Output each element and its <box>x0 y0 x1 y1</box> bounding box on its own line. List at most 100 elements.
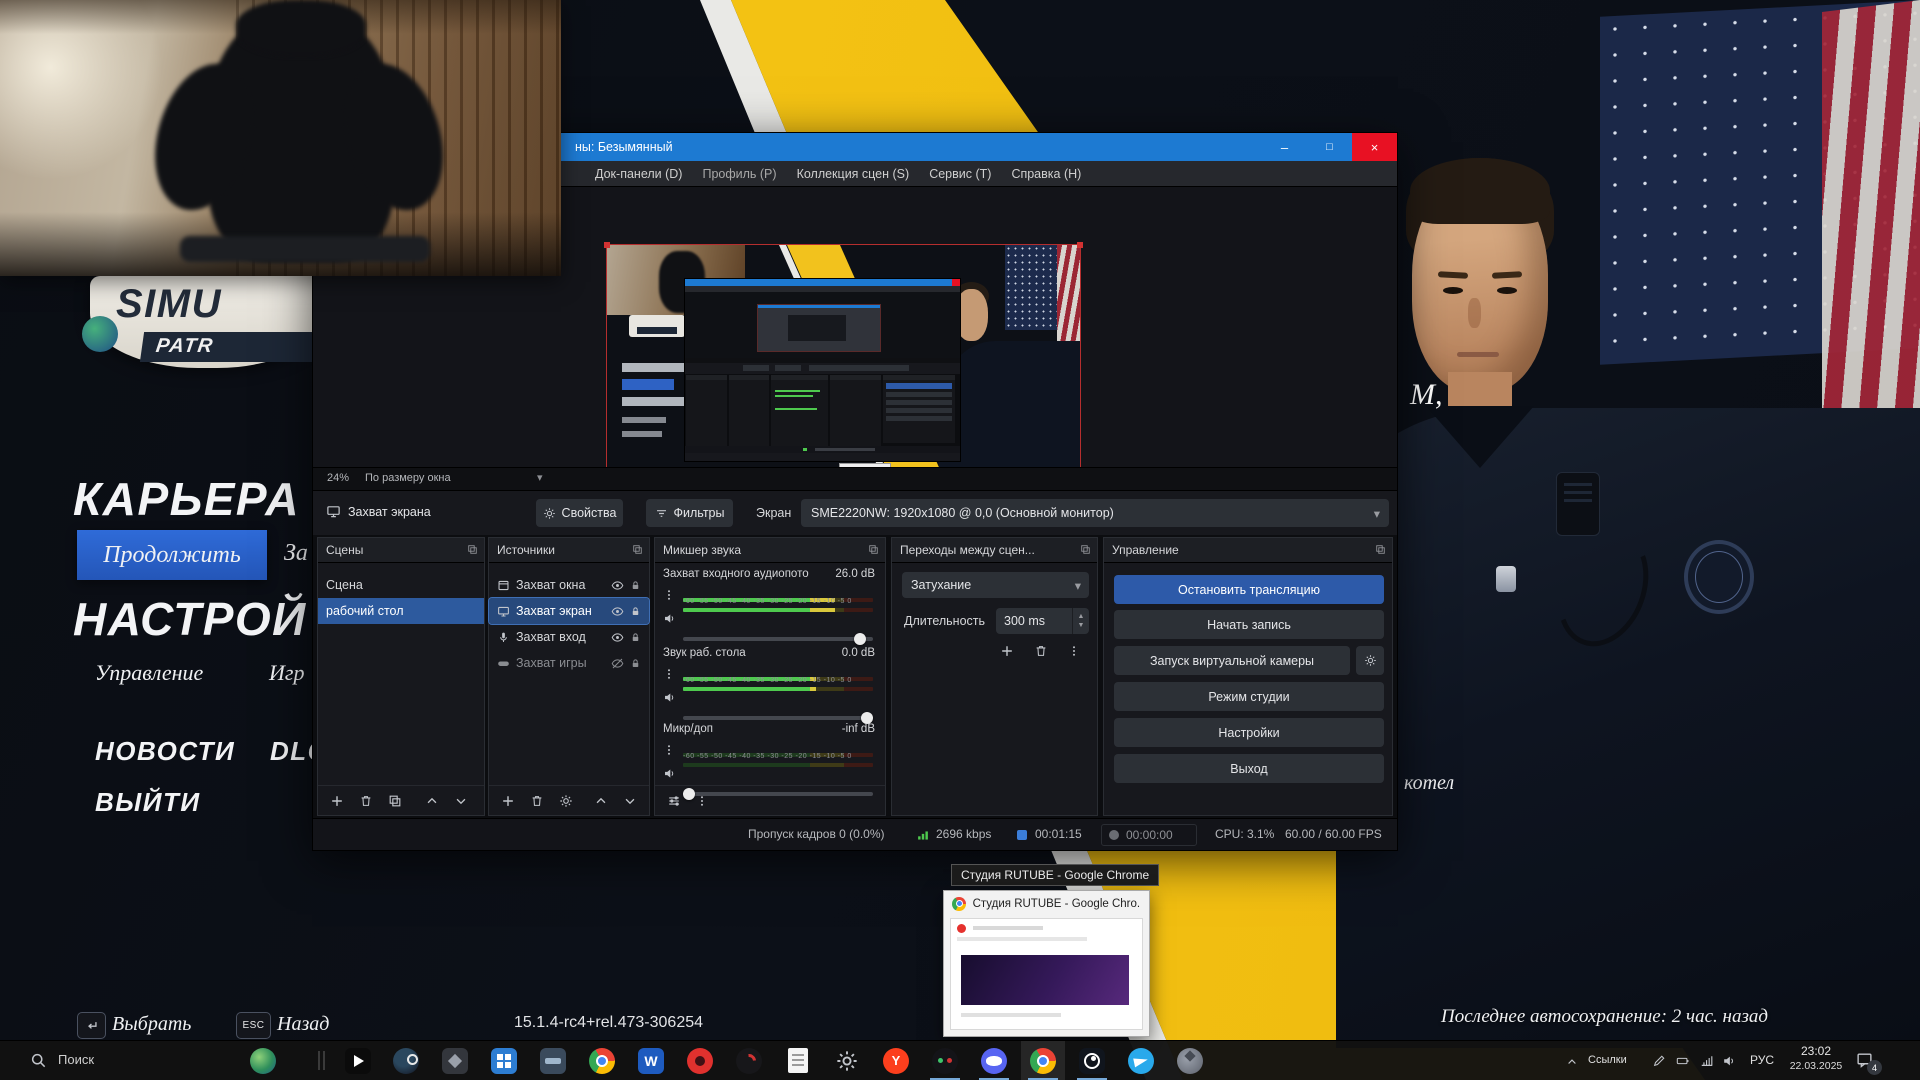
battery-icon[interactable] <box>1676 1054 1690 1068</box>
channel-menu-icon[interactable] <box>663 588 675 602</box>
screen-select-dropdown[interactable]: SME2220NW: 1920x1080 @ 0,0 (Основной мон… <box>801 499 1389 527</box>
virtual-camera-button[interactable]: Запуск виртуальной камеры <box>1114 646 1350 675</box>
source-item-game-capture-hidden[interactable]: Захват игры <box>489 650 649 676</box>
clock[interactable]: 23:02 22.03.2025 <box>1784 1044 1848 1072</box>
tray-expand-icon[interactable] <box>1566 1056 1578 1068</box>
taskbar-app-dark[interactable] <box>433 1041 477 1080</box>
detach-icon[interactable] <box>467 544 478 555</box>
taskbar-app-recolor[interactable] <box>923 1041 967 1080</box>
detach-icon[interactable] <box>868 544 879 555</box>
lock-icon[interactable] <box>630 580 641 591</box>
scene-filters-icon[interactable] <box>388 794 402 808</box>
detach-icon[interactable] <box>632 544 643 555</box>
studio-mode-button[interactable]: Режим студии <box>1114 682 1384 711</box>
sources-dock-header[interactable]: Источники <box>489 538 649 563</box>
move-source-down-icon[interactable] <box>623 794 637 808</box>
continue-button[interactable]: Продолжить <box>77 530 267 580</box>
taskbar-app-word[interactable]: W <box>629 1041 673 1080</box>
language-indicator[interactable]: РУС <box>1750 1053 1774 1067</box>
zoom-fit-mode[interactable]: По размеру окна <box>365 472 451 484</box>
taskbar-app-play[interactable] <box>336 1041 380 1080</box>
scene-item[interactable]: Сцена <box>318 572 484 598</box>
channel-menu-icon[interactable] <box>663 743 675 757</box>
taskbar-app-slate[interactable] <box>531 1041 575 1080</box>
eye-off-icon[interactable] <box>611 657 624 670</box>
mixer-menu-icon[interactable] <box>696 794 708 808</box>
taskbar-app-doc[interactable] <box>776 1041 820 1080</box>
menu-help[interactable]: Справка (H) <box>1001 161 1091 187</box>
taskbar-app-steam[interactable] <box>384 1041 428 1080</box>
taskbar-app-chrome-active[interactable] <box>1021 1041 1065 1080</box>
taskbar-app-redring[interactable] <box>678 1041 722 1080</box>
menu-exit[interactable]: ВЫЙТИ <box>95 787 201 818</box>
transition-type-dropdown[interactable]: Затухание ▾ <box>902 572 1089 598</box>
lock-icon[interactable] <box>630 606 641 617</box>
mixer-dock-header[interactable]: Микшер звука <box>655 538 885 563</box>
taskbar-app-game[interactable] <box>1168 1041 1212 1080</box>
menu-dock-panels[interactable]: Док-панели (D) <box>585 161 692 187</box>
controls-dock-header[interactable]: Управление <box>1104 538 1392 563</box>
menu-profile[interactable]: Профиль (P) <box>692 161 786 187</box>
eye-icon[interactable] <box>611 631 624 644</box>
zoom-level[interactable]: 24% <box>327 472 349 484</box>
source-properties-icon[interactable] <box>559 794 573 808</box>
volume-icon[interactable] <box>1722 1054 1736 1068</box>
duration-spinbox[interactable]: 300 ms ▲▼ <box>996 608 1089 634</box>
transitions-dock-header[interactable]: Переходы между сцен... <box>892 538 1097 563</box>
volume-slider[interactable] <box>683 637 873 641</box>
search-icon[interactable] <box>30 1052 47 1069</box>
menu-tools[interactable]: Сервис (T) <box>919 161 1001 187</box>
pen-icon[interactable] <box>1652 1054 1666 1068</box>
maximize-button[interactable]: □ <box>1307 133 1352 161</box>
notification-center-icon[interactable]: 4 <box>1856 1051 1876 1071</box>
spin-up-icon[interactable]: ▲ <box>1078 613 1085 620</box>
speaker-icon[interactable] <box>663 691 676 704</box>
taskbar-app-yandex[interactable]: Y <box>874 1041 918 1080</box>
volume-slider[interactable] <box>683 716 873 720</box>
taskbar-app-discord[interactable] <box>972 1041 1016 1080</box>
exit-button[interactable]: Выход <box>1114 754 1384 783</box>
move-scene-down-icon[interactable] <box>454 794 468 808</box>
menu-game-sub[interactable]: Игр <box>269 660 304 686</box>
spin-down-icon[interactable]: ▼ <box>1078 622 1085 629</box>
menu-settings-title[interactable]: НАСТРОЙ <box>73 592 307 646</box>
add-transition-icon[interactable] <box>1000 644 1014 658</box>
links-toolbar-label[interactable]: Ссылки <box>1588 1054 1627 1066</box>
lock-icon[interactable] <box>630 658 641 669</box>
detach-icon[interactable] <box>1080 544 1091 555</box>
remove-transition-icon[interactable] <box>1034 644 1048 658</box>
start-recording-button[interactable]: Начать запись <box>1114 610 1384 639</box>
speaker-icon[interactable] <box>663 612 676 625</box>
remove-source-icon[interactable] <box>530 794 544 808</box>
detach-icon[interactable] <box>1375 544 1386 555</box>
scenes-dock-header[interactable]: Сцены <box>318 538 484 563</box>
remove-scene-icon[interactable] <box>359 794 373 808</box>
network-icon[interactable] <box>1700 1054 1714 1068</box>
stop-streaming-button[interactable]: Остановить трансляцию <box>1114 575 1384 604</box>
virtual-camera-settings-button[interactable] <box>1356 646 1384 675</box>
move-scene-up-icon[interactable] <box>425 794 439 808</box>
move-source-up-icon[interactable] <box>594 794 608 808</box>
close-button[interactable]: × <box>1352 133 1397 161</box>
taskbar-app-chrome[interactable] <box>580 1041 624 1080</box>
chrome-preview-thumbnail[interactable] <box>950 918 1143 1030</box>
widget-icon[interactable] <box>250 1048 276 1074</box>
taskbar-app-darkred[interactable] <box>727 1041 771 1080</box>
channel-menu-icon[interactable] <box>663 667 675 681</box>
search-label[interactable]: Поиск <box>58 1052 94 1067</box>
scene-item-selected[interactable]: рабочий стол <box>318 598 484 624</box>
eye-icon[interactable] <box>611 579 624 592</box>
taskbar-app-obs[interactable] <box>1070 1041 1114 1080</box>
menu-load-partial[interactable]: За <box>284 540 308 567</box>
transition-menu-icon[interactable] <box>1068 644 1080 658</box>
taskbar-app-grid[interactable] <box>482 1041 526 1080</box>
speaker-icon[interactable] <box>663 767 676 780</box>
filters-button[interactable]: Фильтры <box>646 499 733 527</box>
add-source-icon[interactable] <box>501 794 515 808</box>
menu-news[interactable]: НОВОСТИ <box>95 736 235 767</box>
menu-controls[interactable]: Управление <box>95 660 203 686</box>
zoom-dropdown-caret[interactable]: ▾ <box>537 471 543 484</box>
mixer-settings-icon[interactable] <box>667 794 681 808</box>
lock-icon[interactable] <box>630 632 641 643</box>
add-scene-icon[interactable] <box>330 794 344 808</box>
